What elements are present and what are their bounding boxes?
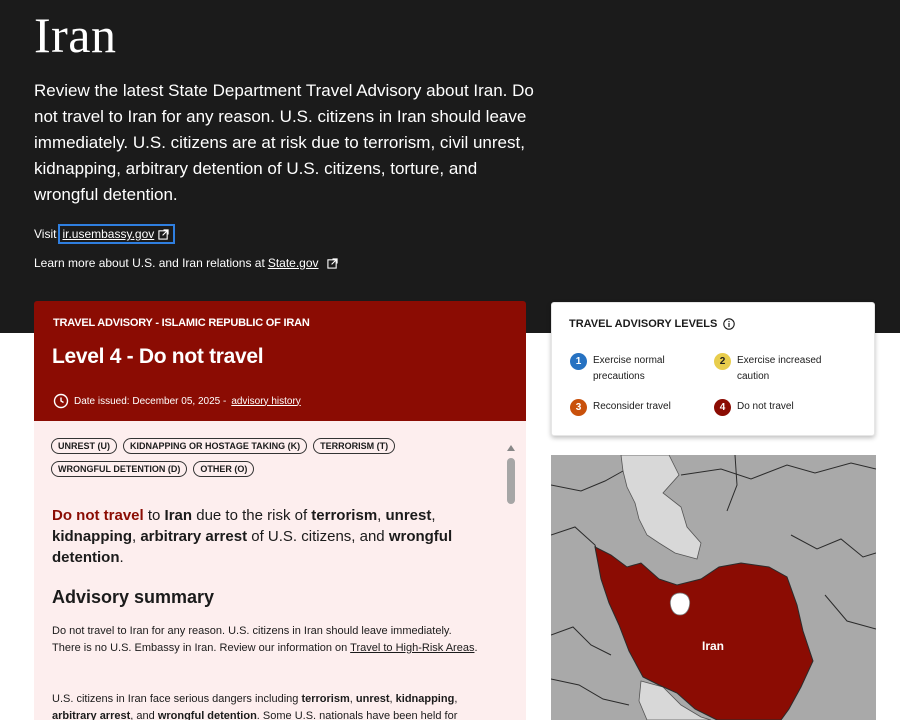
risk-tag: OTHER (O) [193, 461, 255, 477]
levels-title: TRAVEL ADVISORY LEVELS [569, 318, 736, 330]
page-title: Iran [34, 7, 117, 63]
lead-iran: Iran [164, 507, 193, 524]
level-3-badge: 3 [570, 399, 587, 416]
advisory-body: UNREST (U) KIDNAPPING OR HOSTAGE TAKING … [34, 421, 526, 720]
para2-text: , [454, 693, 458, 705]
advisory-summary-heading: Advisory summary [52, 587, 215, 607]
level-1-label: Exercise normal precautions [593, 355, 665, 382]
state-gov-link[interactable]: State.gov [268, 256, 319, 270]
summary-paragraph-1: Do not travel to Iran for any reason. U.… [52, 623, 482, 657]
lead-text: to [143, 507, 165, 524]
external-link-icon [326, 257, 338, 269]
external-link-icon [158, 228, 169, 240]
advisory-scrollbar[interactable] [504, 441, 518, 720]
hero-section: Iran Review the latest State Department … [0, 0, 900, 333]
relations-line: Learn more about U.S. and Iran relations… [34, 256, 338, 270]
embassy-link[interactable]: ir.usembassy.gov [58, 224, 176, 244]
advisory-level-title: Level 4 - Do not travel [52, 345, 264, 368]
para2-wrongful-detention: wrongful detention [157, 710, 257, 720]
lead-text: , [431, 507, 436, 524]
level-2-label: Exercise increased caution [737, 355, 822, 382]
para2-arbitrary-arrest: arbitrary arrest [52, 710, 131, 720]
para2-text: , and [130, 710, 158, 720]
country-map[interactable]: Iran [551, 455, 876, 720]
lead-unrest: unrest [385, 507, 432, 524]
scroll-thumb[interactable] [507, 458, 515, 504]
lead-terrorism: terrorism [311, 507, 378, 524]
clock-icon [53, 393, 69, 409]
level-2-badge: 2 [714, 353, 731, 370]
para2-kidnapping: kidnapping [395, 693, 455, 705]
map-svg: Iran [551, 455, 876, 720]
lead-kidnapping: kidnapping [52, 528, 132, 545]
lead-text: of U.S. citizens, and [247, 528, 389, 545]
location-pin-icon[interactable] [669, 592, 691, 616]
para2-text: . Some U.S. nationals have been held for [256, 710, 458, 720]
map-country-label: Iran [702, 639, 724, 653]
embassy-link-label: ir.usembassy.gov [62, 227, 155, 241]
advisory-eyebrow: TRAVEL ADVISORY - ISLAMIC REPUBLIC OF IR… [53, 317, 310, 329]
para2-terrorism: terrorism [301, 693, 350, 705]
para2-text: U.S. citizens in Iran face serious dange… [52, 693, 302, 705]
para1-end: . [474, 642, 478, 654]
levels-title-text: TRAVEL ADVISORY LEVELS [569, 318, 718, 330]
intro-text: Review the latest State Department Trave… [34, 81, 534, 204]
level-4-badge: 4 [714, 399, 731, 416]
level-3-label: Reconsider travel [593, 401, 671, 412]
level-4-label: Do not travel [737, 401, 794, 412]
visit-prefix: Visit [34, 227, 57, 241]
lead-text: , [377, 507, 386, 524]
risk-tag: TERRORISM (T) [313, 438, 396, 454]
risk-tag: KIDNAPPING OR HOSTAGE TAKING (K) [123, 438, 308, 454]
risk-tags: UNREST (U) KIDNAPPING OR HOSTAGE TAKING … [51, 438, 491, 477]
level-1-item: 1 Exercise normal precautions [570, 353, 700, 385]
learn-prefix: Learn more about U.S. and Iran relations… [34, 256, 265, 270]
embassy-visit-line: Visit ir.usembassy.gov [34, 224, 176, 244]
para2-unrest: unrest [355, 693, 390, 705]
lead-text: due to the risk of [192, 507, 312, 524]
advisory-history-link[interactable]: advisory history [231, 396, 300, 407]
summary-paragraph-2: U.S. citizens in Iran face serious dange… [52, 691, 482, 720]
lead-arbitrary-arrest: arbitrary arrest [140, 528, 248, 545]
risk-tag: UNREST (U) [51, 438, 117, 454]
advisory-levels-card: TRAVEL ADVISORY LEVELS 1 Exercise normal… [551, 302, 875, 436]
lead-do-not-travel: Do not travel [52, 507, 144, 524]
risk-tag: WRONGFUL DETENTION (D) [51, 461, 188, 477]
level-1-badge: 1 [570, 353, 587, 370]
info-icon[interactable] [723, 318, 736, 330]
advisory-date: Date issued: December 05, 2025 - advisor… [53, 393, 301, 409]
advisory-header: TRAVEL ADVISORY - ISLAMIC REPUBLIC OF IR… [34, 301, 526, 421]
scroll-up-arrow-icon[interactable] [507, 445, 515, 451]
level-4-item: 4 Do not travel [714, 399, 794, 416]
level-3-item: 3 Reconsider travel [570, 399, 671, 416]
level-2-item: 2 Exercise increased caution [714, 353, 844, 385]
advisory-lead: Do not travel to Iran due to the risk of… [52, 505, 472, 568]
high-risk-areas-link[interactable]: Travel to High-Risk Areas [350, 642, 474, 654]
lead-text: . [119, 549, 124, 566]
date-issued-text: Date issued: December 05, 2025 - [74, 395, 227, 407]
